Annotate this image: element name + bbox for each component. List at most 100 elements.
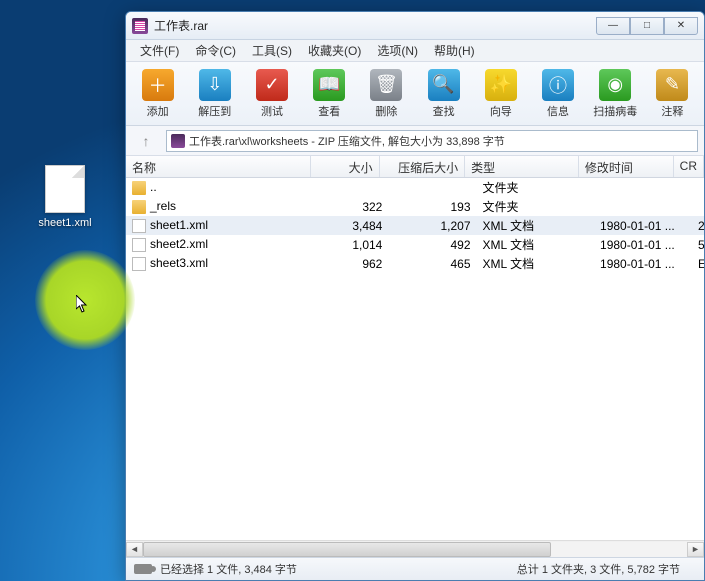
- table-row[interactable]: _rels322193文件夹: [126, 197, 704, 216]
- folder-icon: [132, 181, 146, 195]
- file-packed: 492: [388, 237, 476, 253]
- toolbar-label: 扫描病毒: [593, 103, 637, 119]
- toolbar-wizard-button[interactable]: ✨向导: [473, 65, 528, 123]
- file-type: XML 文档: [477, 235, 595, 254]
- status-icon: [134, 564, 152, 574]
- toolbar-scan-button[interactable]: ◉ 扫描病毒: [588, 65, 643, 123]
- file-packed: 193: [388, 199, 476, 215]
- file-type: XML 文档: [477, 216, 595, 235]
- scroll-track[interactable]: [143, 542, 687, 557]
- toolbar-comment-button[interactable]: ✎ 注释: [645, 65, 700, 123]
- file-packed: 465: [388, 256, 476, 272]
- toolbar-label: 查找: [433, 103, 455, 119]
- scroll-right-button[interactable]: ►: [687, 542, 704, 557]
- close-button[interactable]: ✕: [664, 17, 698, 35]
- toolbar-view-button[interactable]: 📖查看: [302, 65, 357, 123]
- add-icon: ＋: [142, 69, 174, 101]
- toolbar-label: 添加: [147, 103, 169, 119]
- header-crc[interactable]: CR: [674, 156, 704, 177]
- toolbar-test-button[interactable]: ✓ 测试: [244, 65, 299, 123]
- toolbar-delete-button[interactable]: 🗑 删除: [359, 65, 414, 123]
- file-modified: 1980-01-01 ...: [594, 237, 692, 253]
- menu-file[interactable]: 文件(F): [132, 40, 187, 61]
- winrar-window: 工作表.rar — □ ✕ 文件(F) 命令(C) 工具(S) 收藏夹(O) 选…: [125, 11, 705, 581]
- file-icon: [132, 219, 146, 233]
- app-icon: [132, 18, 148, 34]
- maximize-button[interactable]: □: [630, 17, 664, 35]
- file-size: [318, 187, 389, 189]
- titlebar[interactable]: 工作表.rar — □ ✕: [126, 12, 704, 40]
- desktop-file-label: sheet1.xml: [35, 217, 95, 229]
- file-icon: [45, 165, 85, 213]
- up-button[interactable]: ↑: [132, 130, 160, 152]
- header-name[interactable]: 名称: [126, 156, 311, 177]
- file-crc: 5A: [692, 237, 704, 253]
- table-row[interactable]: .. 文件夹: [126, 178, 704, 197]
- menu-commands[interactable]: 命令(C): [187, 40, 244, 61]
- toolbar-label: 注释: [661, 103, 683, 119]
- toolbar-extract-button[interactable]: ⇩ 解压到: [187, 65, 242, 123]
- toolbar-label: 解压到: [198, 103, 231, 119]
- header-modified[interactable]: 修改时间: [579, 156, 674, 177]
- toolbar-label: 查看: [318, 103, 340, 119]
- navbar: ↑ 工作表.rar\xl\worksheets - ZIP 压缩文件, 解包大小…: [126, 126, 704, 156]
- file-type: 文件夹: [477, 178, 595, 197]
- toolbar-find-button[interactable]: 🔍 查找: [416, 65, 471, 123]
- folder-icon: [132, 200, 146, 214]
- toolbar-label: 测试: [261, 103, 283, 119]
- toolbar: ＋ 添加 ⇩ 解压到 ✓ 测试 📖查看 🗑 删除 🔍 查找 ✨向导 ⓘ 信息 ◉ 扫描病毒 ✎ 注释: [126, 62, 704, 126]
- menu-favorites[interactable]: 收藏夹(O): [300, 40, 369, 61]
- menu-tools[interactable]: 工具(S): [244, 40, 300, 61]
- menubar: 文件(F) 命令(C) 工具(S) 收藏夹(O) 选项(N) 帮助(H): [126, 40, 704, 62]
- file-modified: [594, 206, 692, 208]
- file-modified: 1980-01-01 ...: [594, 218, 692, 234]
- minimize-button[interactable]: —: [596, 17, 630, 35]
- file-size: 3,484: [318, 218, 389, 234]
- scan-icon: ◉: [599, 69, 631, 101]
- file-name: sheet2.xml: [150, 237, 208, 251]
- scroll-thumb[interactable]: [143, 542, 551, 557]
- menu-help[interactable]: 帮助(H): [426, 40, 483, 61]
- toolbar-label: 删除: [375, 103, 397, 119]
- status-total: 总计 1 文件夹, 3 文件, 5,782 字节: [517, 561, 696, 577]
- file-name: sheet1.xml: [150, 218, 208, 232]
- file-list[interactable]: ..文件夹_rels322193文件夹sheet1.xml3,4841,207X…: [126, 178, 704, 540]
- table-row[interactable]: sheet2.xml1,014492XML 文档1980-01-01 ...5A: [126, 235, 704, 254]
- file-packed: 1,207: [388, 218, 476, 234]
- toolbar-label: 信息: [547, 103, 569, 119]
- file-icon: [132, 238, 146, 252]
- wizard-icon: ✨: [485, 69, 517, 101]
- table-row[interactable]: sheet3.xml962465XML 文档1980-01-01 ...E0: [126, 254, 704, 273]
- table-row[interactable]: sheet1.xml 3,4841,207XML 文档1980-01-01 ...…: [126, 216, 704, 235]
- find-icon: 🔍: [428, 69, 460, 101]
- file-name: ..: [150, 180, 157, 194]
- file-packed: [388, 187, 476, 189]
- file-size: 962: [318, 256, 389, 272]
- toolbar-info-button[interactable]: ⓘ 信息: [530, 65, 585, 123]
- extract-icon: ⇩: [199, 69, 231, 101]
- path-box[interactable]: 工作表.rar\xl\worksheets - ZIP 压缩文件, 解包大小为 …: [166, 130, 698, 152]
- file-name: sheet3.xml: [150, 256, 208, 270]
- file-type: XML 文档: [477, 254, 595, 273]
- file-icon: [132, 257, 146, 271]
- header-type[interactable]: 类型: [465, 156, 579, 177]
- header-packed[interactable]: 压缩后大小: [380, 156, 465, 177]
- info-icon: ⓘ: [542, 69, 574, 101]
- window-title: 工作表.rar: [154, 17, 596, 34]
- scroll-left-button[interactable]: ◄: [126, 542, 143, 557]
- header-size[interactable]: 大小: [311, 156, 380, 177]
- comment-icon: ✎: [656, 69, 688, 101]
- horizontal-scrollbar[interactable]: ◄ ►: [126, 540, 704, 557]
- desktop-file-icon[interactable]: sheet1.xml: [35, 165, 95, 229]
- toolbar-add-button[interactable]: ＋ 添加: [130, 65, 185, 123]
- file-modified: [594, 187, 692, 189]
- archive-icon: [171, 134, 185, 148]
- file-crc: 2E: [692, 218, 704, 234]
- statusbar: 已经选择 1 文件, 3,484 字节 总计 1 文件夹, 3 文件, 5,78…: [126, 557, 704, 580]
- file-crc: [692, 187, 704, 189]
- menu-options[interactable]: 选项(N): [369, 40, 426, 61]
- file-crc: E0: [692, 256, 704, 272]
- test-icon: ✓: [256, 69, 288, 101]
- cursor-icon: [76, 295, 90, 318]
- delete-icon: 🗑: [370, 69, 402, 101]
